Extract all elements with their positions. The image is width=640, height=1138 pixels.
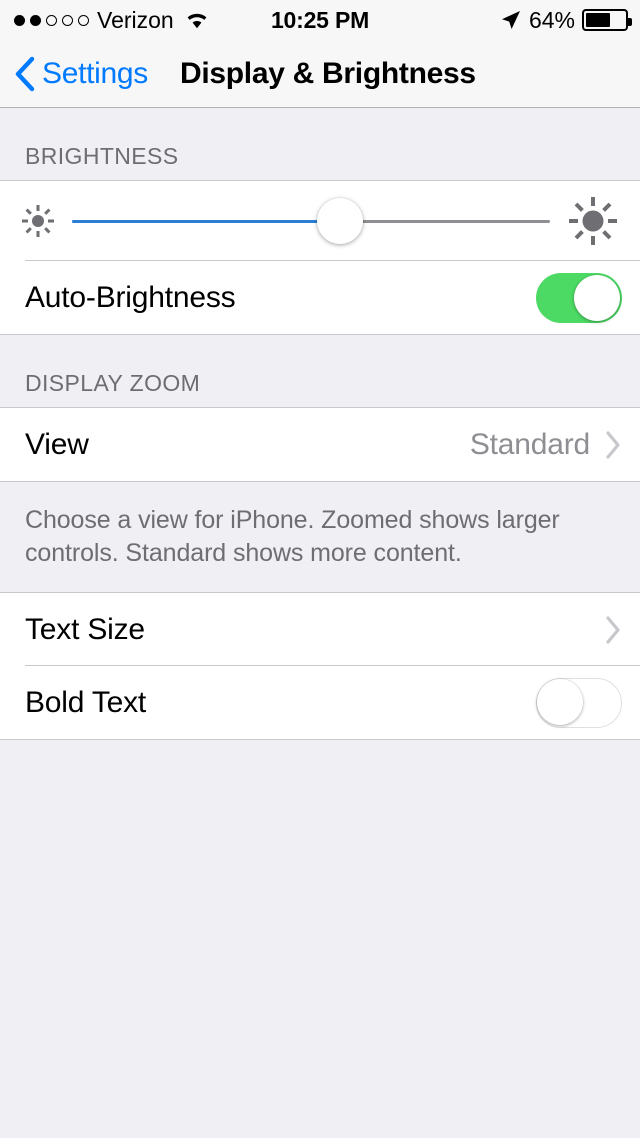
battery-icon	[582, 9, 632, 31]
sun-large-icon	[569, 197, 617, 245]
empty-space	[0, 740, 640, 1084]
row-view-value: Standard	[469, 427, 590, 461]
back-button[interactable]: Settings	[14, 40, 148, 108]
row-auto-brightness-label: Auto-Brightness	[25, 280, 236, 314]
text-settings-group: Text Size Bold Text	[0, 592, 640, 740]
display-zoom-footer-note: Choose a view for iPhone. Zoomed shows l…	[0, 482, 640, 592]
section-header-display-zoom: DISPLAY ZOOM	[0, 335, 640, 407]
row-view-label: View	[25, 427, 89, 461]
status-bar-right: 64%	[500, 0, 632, 40]
page-title-label: Display & Brightness	[180, 57, 476, 90]
row-bold-text-label: Bold Text	[25, 685, 147, 719]
row-view[interactable]: View Standard	[0, 408, 640, 481]
row-bold-text-right	[536, 677, 622, 728]
toggle-knob	[574, 274, 620, 321]
clock-label: 10:25 PM	[270, 6, 370, 33]
brightness-group: Auto-Brightness	[0, 180, 640, 335]
bold-text-toggle[interactable]	[536, 677, 622, 728]
chevron-right-icon	[606, 615, 620, 644]
slider-track[interactable]	[72, 198, 550, 244]
location-arrow-icon	[501, 11, 520, 29]
page-title: Display & Brightness	[180, 40, 476, 108]
display-zoom-footer-text: Choose a view for iPhone. Zoomed shows l…	[25, 506, 560, 567]
row-text-size[interactable]: Text Size	[0, 593, 640, 666]
sun-small-icon	[22, 205, 54, 237]
section-header-brightness: BRIGHTNESS	[0, 108, 640, 180]
slider-thumb[interactable]	[316, 198, 363, 244]
back-button-label: Settings	[42, 57, 148, 90]
section-header-display-zoom-label: DISPLAY ZOOM	[25, 370, 201, 396]
row-bold-text[interactable]: Bold Text	[0, 666, 640, 739]
battery-percent-label: 64%	[528, 6, 575, 33]
slider-track-fill	[72, 219, 340, 223]
row-view-right: Standard	[470, 428, 622, 462]
toggle-knob	[537, 678, 583, 725]
row-auto-brightness-right	[536, 272, 622, 323]
auto-brightness-toggle[interactable]	[536, 272, 622, 323]
row-text-size-label: Text Size	[25, 612, 145, 646]
section-header-brightness-label: BRIGHTNESS	[25, 143, 179, 169]
chevron-left-icon	[15, 56, 35, 92]
row-auto-brightness[interactable]: Auto-Brightness	[0, 261, 640, 334]
display-zoom-group: View Standard	[0, 407, 640, 482]
brightness-slider-row[interactable]	[0, 181, 640, 261]
navigation-bar: Settings Display & Brightness	[0, 40, 640, 108]
settings-content: BRIGHTNESS Auto-Brightness DISPLAY ZOOM …	[0, 108, 640, 1084]
status-bar: Verizon 10:25 PM 64%	[0, 0, 640, 40]
chevron-right-icon	[606, 430, 620, 459]
brightness-slider[interactable]	[72, 181, 550, 261]
row-text-size-right	[604, 615, 622, 645]
